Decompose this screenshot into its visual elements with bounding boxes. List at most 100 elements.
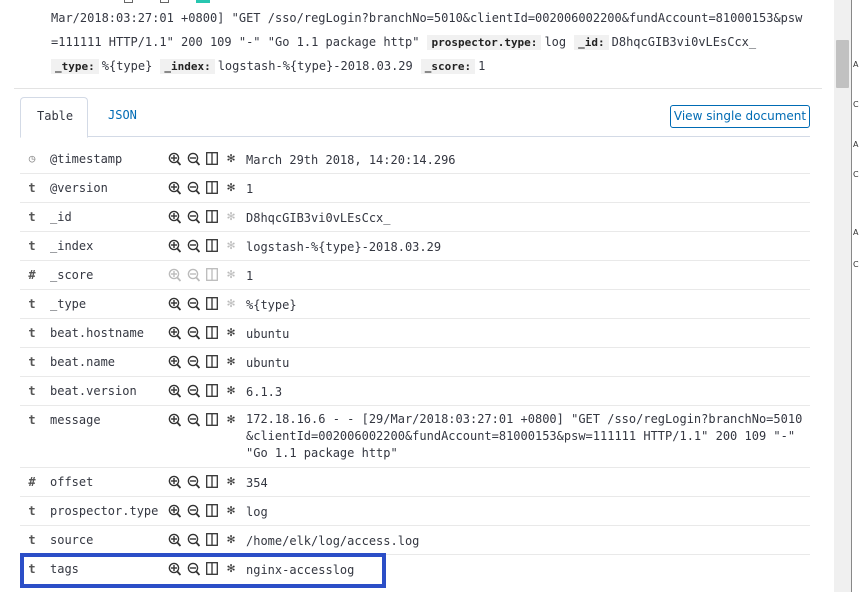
adjacent-window-edge: A C A C A C xyxy=(851,0,860,592)
filter-out-value-icon[interactable] xyxy=(187,325,201,341)
filter-exists-icon[interactable]: ✻ xyxy=(224,474,238,490)
field-value: %{type} xyxy=(246,298,297,312)
toggle-column-icon[interactable] xyxy=(206,412,220,428)
string-type-icon: t xyxy=(28,384,36,398)
filter-exists-icon[interactable]: ✻ xyxy=(224,238,238,254)
tab-table[interactable]: Table xyxy=(20,97,88,138)
filter-out-value-icon[interactable] xyxy=(187,474,201,490)
filter-out-value-icon[interactable] xyxy=(187,383,201,399)
filter-for-value-icon[interactable] xyxy=(168,180,182,196)
field-name: _type xyxy=(50,297,87,311)
toggle-column-icon[interactable] xyxy=(206,474,220,490)
filter-out-value-icon[interactable] xyxy=(187,296,201,312)
filter-exists-icon[interactable]: ✻ xyxy=(224,151,238,167)
filter-out-value-icon[interactable] xyxy=(187,532,201,548)
string-type-icon: t xyxy=(28,504,36,518)
number-type-icon: # xyxy=(28,268,36,282)
view-single-document-button[interactable]: View single document xyxy=(670,105,810,128)
document-field-table: ◷ @timestamp ✻ March 29th 2018, 14:20:14.29… xyxy=(20,145,810,584)
toggle-column-icon[interactable] xyxy=(206,354,220,370)
field-actions: ✻ xyxy=(168,412,248,428)
source-text: Mar/2018:03:27:01 +0800] "GET /sso/regLo… xyxy=(51,11,803,25)
source-line: Mar/2018:03:27:01 +0800] "GET /sso/regLo… xyxy=(51,6,831,30)
field-row: # _score ✻ 1 xyxy=(20,261,810,290)
filter-out-value-icon[interactable] xyxy=(187,180,201,196)
filter-for-value-icon[interactable] xyxy=(168,474,182,490)
filter-for-value-icon[interactable] xyxy=(168,238,182,254)
filter-for-value-icon[interactable] xyxy=(168,209,182,225)
filter-exists-icon[interactable]: ✻ xyxy=(224,209,238,225)
filter-for-value-icon[interactable] xyxy=(168,503,182,519)
filter-for-value-icon[interactable] xyxy=(168,354,182,370)
filter-for-value-icon[interactable] xyxy=(168,151,182,167)
source-value: log xyxy=(544,35,567,49)
tab-json[interactable]: JSON xyxy=(92,97,153,137)
source-value: D8hqcGIB3vi0vLEsCcx_ xyxy=(611,35,757,49)
toggle-column-icon[interactable] xyxy=(206,383,220,399)
filter-for-value-icon[interactable] xyxy=(168,325,182,341)
filter-exists-icon[interactable]: ✻ xyxy=(224,503,238,519)
scrollbar-thumb[interactable] xyxy=(836,40,849,88)
string-type-icon: t xyxy=(28,239,36,253)
toggle-column-icon[interactable] xyxy=(206,238,220,254)
filter-out-value-icon[interactable] xyxy=(187,267,201,283)
source-line: _type: %{type} _index: logstash-%{type}-201… xyxy=(51,54,831,78)
field-name: @timestamp xyxy=(50,152,123,166)
field-row: t message ✻ 172.18.16.6 - - [29/Mar/2018:03… xyxy=(20,406,810,468)
filter-out-value-icon[interactable] xyxy=(187,238,201,254)
toggle-column-icon[interactable] xyxy=(206,296,220,312)
filter-out-value-icon[interactable] xyxy=(187,151,201,167)
field-value: log xyxy=(246,505,268,519)
filter-exists-icon[interactable]: ✻ xyxy=(224,267,238,283)
field-name: _index xyxy=(50,239,94,253)
field-name: message xyxy=(50,413,101,427)
filter-out-value-icon[interactable] xyxy=(187,209,201,225)
filter-exists-icon[interactable]: ✻ xyxy=(224,296,238,312)
filter-for-value-icon[interactable] xyxy=(168,412,182,428)
field-name: offset xyxy=(50,475,94,489)
filter-exists-icon[interactable]: ✻ xyxy=(224,383,238,399)
filter-out-value-icon[interactable] xyxy=(187,354,201,370)
field-value: 6.1.3 xyxy=(246,385,283,399)
value-line: 172.18.16.6 - - [29/Mar/2018:03:27:01 +0… xyxy=(246,412,803,426)
field-row: t @version ✻ 1 xyxy=(20,174,810,203)
filter-for-value-icon[interactable] xyxy=(168,267,182,283)
field-value: 1 xyxy=(246,182,254,196)
filter-for-value-icon[interactable] xyxy=(168,296,182,312)
field-value: 172.18.16.6 - - [29/Mar/2018:03:27:01 +0… xyxy=(246,411,806,462)
document-source-preview: Mar/2018:03:27:01 +0800] "GET /sso/regLo… xyxy=(51,6,831,78)
toggle-column-icon[interactable] xyxy=(206,151,220,167)
field-name: _score xyxy=(50,268,94,282)
field-value: /home/elk/log/access.log xyxy=(246,534,420,548)
filter-exists-icon[interactable]: ✻ xyxy=(224,412,238,428)
field-name: prospector.type xyxy=(50,504,159,518)
toggle-column-icon[interactable] xyxy=(206,209,220,225)
source-key: _id: xyxy=(574,35,609,50)
toggle-column-icon[interactable] xyxy=(206,180,220,196)
field-value: 354 xyxy=(246,476,268,490)
field-actions: ✻ xyxy=(168,532,248,548)
filter-for-value-icon[interactable] xyxy=(168,532,182,548)
tab-indicator xyxy=(196,0,210,3)
field-value: D8hqcGIB3vi0vLEsCcx_ xyxy=(246,211,391,225)
filter-out-value-icon[interactable] xyxy=(187,503,201,519)
toggle-column-icon[interactable] xyxy=(206,325,220,341)
field-row: t source ✻ /home/elk/log/access.log xyxy=(20,526,810,555)
toggle-column-icon[interactable] xyxy=(206,503,220,519)
filter-exists-icon[interactable]: ✻ xyxy=(224,325,238,341)
filter-exists-icon[interactable]: ✻ xyxy=(224,180,238,196)
filter-exists-icon[interactable]: ✻ xyxy=(224,354,238,370)
toggle-column-icon[interactable] xyxy=(206,267,220,283)
source-value: logstash-%{type}-2018.03.29 xyxy=(217,59,413,73)
toggle-column-icon[interactable] xyxy=(206,532,220,548)
string-type-icon: t xyxy=(28,533,36,547)
source-key: _index: xyxy=(160,59,215,74)
field-actions: ✻ xyxy=(168,209,248,225)
filter-exists-icon[interactable]: ✻ xyxy=(224,532,238,548)
field-value: logstash-%{type}-2018.03.29 xyxy=(246,240,442,254)
field-actions: ✻ xyxy=(168,325,248,341)
filter-out-value-icon[interactable] xyxy=(187,412,201,428)
filter-for-value-icon[interactable] xyxy=(168,383,182,399)
scrollbar[interactable] xyxy=(834,0,851,592)
number-type-icon: # xyxy=(28,475,36,489)
